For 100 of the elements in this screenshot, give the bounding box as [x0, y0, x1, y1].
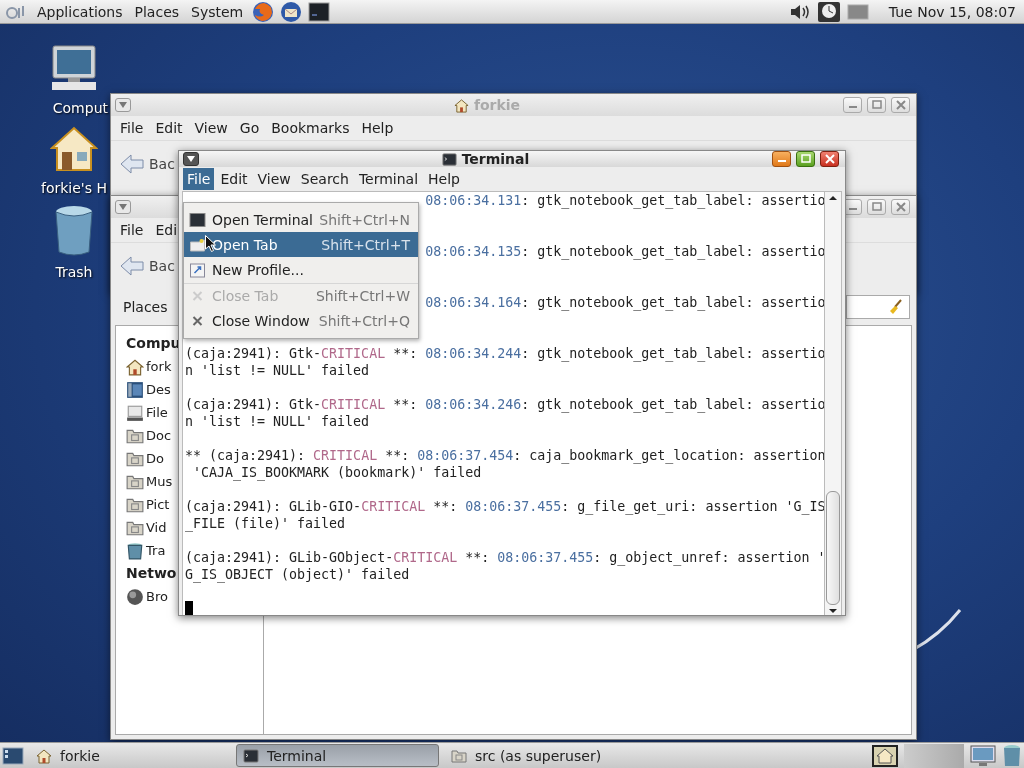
mail-icon[interactable] [280, 0, 303, 23]
desktop-icon[interactable]: forkie's H [40, 124, 108, 196]
folder-icon [451, 747, 467, 764]
back-button[interactable]: Bac [119, 153, 175, 175]
close-icon [824, 154, 835, 164]
terminal-line: G_IS_OBJECT (object)' failed [185, 566, 410, 583]
show-desktop-icon[interactable] [2, 745, 24, 766]
menu-item[interactable]: Search [296, 168, 353, 190]
places-dropdown[interactable]: Places [123, 299, 168, 315]
menu-item[interactable]: Close Window Shift+Ctrl+Q [184, 308, 418, 333]
terminal-line: 08:06:34.131: gtk_notebook_get_tab_label: assertio [425, 192, 824, 209]
taskbar-button[interactable]: Terminal [236, 744, 439, 767]
display-icon[interactable] [846, 2, 869, 21]
menu-item[interactable]: Edit [150, 118, 188, 138]
terminal-line: n 'list != NULL' failed [185, 413, 370, 430]
house-icon[interactable] [872, 744, 898, 767]
terminal-icon [441, 151, 457, 167]
menu-item[interactable]: Help [356, 118, 399, 138]
back-arrow-icon [119, 255, 145, 277]
tab-icon [189, 237, 206, 252]
computer-icon [50, 44, 98, 92]
menu-item[interactable]: Help [424, 168, 464, 190]
terminal-line: (caja:2941): Gtk-CRITICAL **: 08:06:34.244: gtk_notebook_get_tab_label: assertio [185, 345, 824, 362]
caret-icon [119, 102, 127, 108]
sidebar-item[interactable]: Mus [126, 470, 173, 493]
terminal-line: (caja:2941): Gtk-CRITICAL **: 08:06:34.246: gtk_notebook_get_tab_label: assertio [185, 396, 824, 413]
menu-item[interactable]: File [183, 168, 215, 190]
shortcut-text: Shift+Ctrl+T [321, 236, 410, 253]
menu-item[interactable]: Open Tab Shift+Ctrl+T [184, 232, 418, 257]
menu-item[interactable]: Go [234, 118, 265, 138]
close-icon [895, 202, 906, 212]
desktop-icon[interactable]: Trash [40, 204, 108, 280]
menu-item[interactable]: View [189, 118, 233, 138]
menu-item[interactable]: File [115, 220, 149, 240]
panel-menu[interactable]: Places [131, 3, 183, 20]
terminal-icon [243, 747, 259, 764]
menu-item[interactable]: Bookmarks [266, 118, 355, 138]
panel-menu[interactable]: System [188, 3, 247, 20]
back-button[interactable]: Bac [119, 255, 175, 277]
window-title: Terminal [199, 151, 772, 167]
house-icon [126, 357, 144, 376]
film-icon [126, 380, 144, 399]
menu-item[interactable]: New Profile... [184, 257, 418, 282]
maximize-icon [871, 100, 882, 110]
terminal-line: 'CAJA_IS_BOOKMARK (bookmark)' failed [192, 464, 482, 481]
panel-menu[interactable]: Applications [34, 3, 126, 20]
terminal-line: (caja:2941): GLib-GIO-CRITICAL **: 08:06:37.455: g_file_get_uri: assertion 'G_IS [185, 498, 824, 515]
scrollbar[interactable] [825, 191, 842, 615]
shortcut-text: Shift+Ctrl+Q [318, 312, 410, 329]
back-arrow-icon [119, 153, 145, 175]
shortcut-text: Shift+Ctrl+N [319, 211, 410, 228]
menu-item[interactable]: Terminal [354, 168, 423, 190]
clock-text[interactable]: Tue Nov 15, 08:07 [888, 3, 1016, 20]
maximize-button[interactable] [867, 97, 886, 113]
terminal-icon [189, 212, 206, 227]
scroll-thumb[interactable] [826, 491, 840, 605]
terminal-line: _FILE (file)' failed [185, 515, 346, 532]
location-field[interactable] [846, 295, 910, 319]
close-icon [895, 100, 906, 110]
minimize-button[interactable] [772, 151, 791, 167]
terminal-icon[interactable] [308, 1, 331, 22]
sidebar-item[interactable]: File [126, 401, 168, 424]
maximize-button[interactable] [867, 199, 886, 215]
menu-item[interactable]: File [115, 118, 149, 138]
house-icon [50, 124, 98, 172]
sidebar-heading: Netwo [126, 564, 177, 583]
terminal-line: ** (caja:2941): CRITICAL **: 08:06:37.454: caja_bookmark_get_location: assertion [185, 447, 824, 464]
sidebar-item[interactable]: Bro [126, 585, 168, 608]
taskbar-button[interactable]: forkie [30, 744, 230, 767]
menu-item[interactable]: View [253, 168, 295, 190]
sidebar-item[interactable]: Tra [126, 539, 166, 562]
sidebar-item[interactable]: Des [126, 378, 171, 401]
maximize-icon [800, 154, 811, 164]
menu-item[interactable]: Edit [216, 168, 252, 190]
trash-icon[interactable] [1002, 743, 1022, 768]
sidebar-item[interactable]: fork [126, 355, 172, 378]
caret-icon [119, 204, 127, 210]
sidebar-item[interactable]: Vid [126, 516, 167, 539]
menu-item[interactable]: Open Terminal Shift+Ctrl+N [184, 207, 418, 232]
house-icon [453, 97, 469, 113]
drive-icon [126, 403, 144, 422]
terminal-line: (caja:2941): GLib-GObject-CRITICAL **: 08:06:37.455: g_object_unref: assertion ' [185, 549, 824, 566]
close-button[interactable] [820, 151, 839, 167]
sidebar-item[interactable]: Pict [126, 493, 170, 516]
maximize-button[interactable] [796, 151, 815, 167]
taskbar-button[interactable]: src (as superuser) [445, 744, 648, 767]
window-menu-button[interactable] [183, 152, 199, 166]
menu-item[interactable]: Edi [150, 220, 183, 240]
sidebar-item[interactable]: Do [126, 447, 164, 470]
maximize-icon [871, 202, 882, 212]
clock-icon[interactable] [816, 0, 841, 23]
minimize-button[interactable] [843, 97, 862, 113]
shortcut-text: Shift+Ctrl+W [315, 288, 410, 304]
window-title: forkie [131, 97, 843, 113]
desktop-icon[interactable]: Comput [40, 44, 108, 116]
monitor-icon[interactable] [970, 744, 996, 767]
workspace-switcher[interactable] [904, 743, 964, 768]
terminal-line: 08:06:34.135: gtk_notebook_get_tab_label: assertio [425, 243, 824, 260]
sidebar-item[interactable]: Doc [126, 424, 172, 447]
profile-icon [189, 261, 206, 278]
